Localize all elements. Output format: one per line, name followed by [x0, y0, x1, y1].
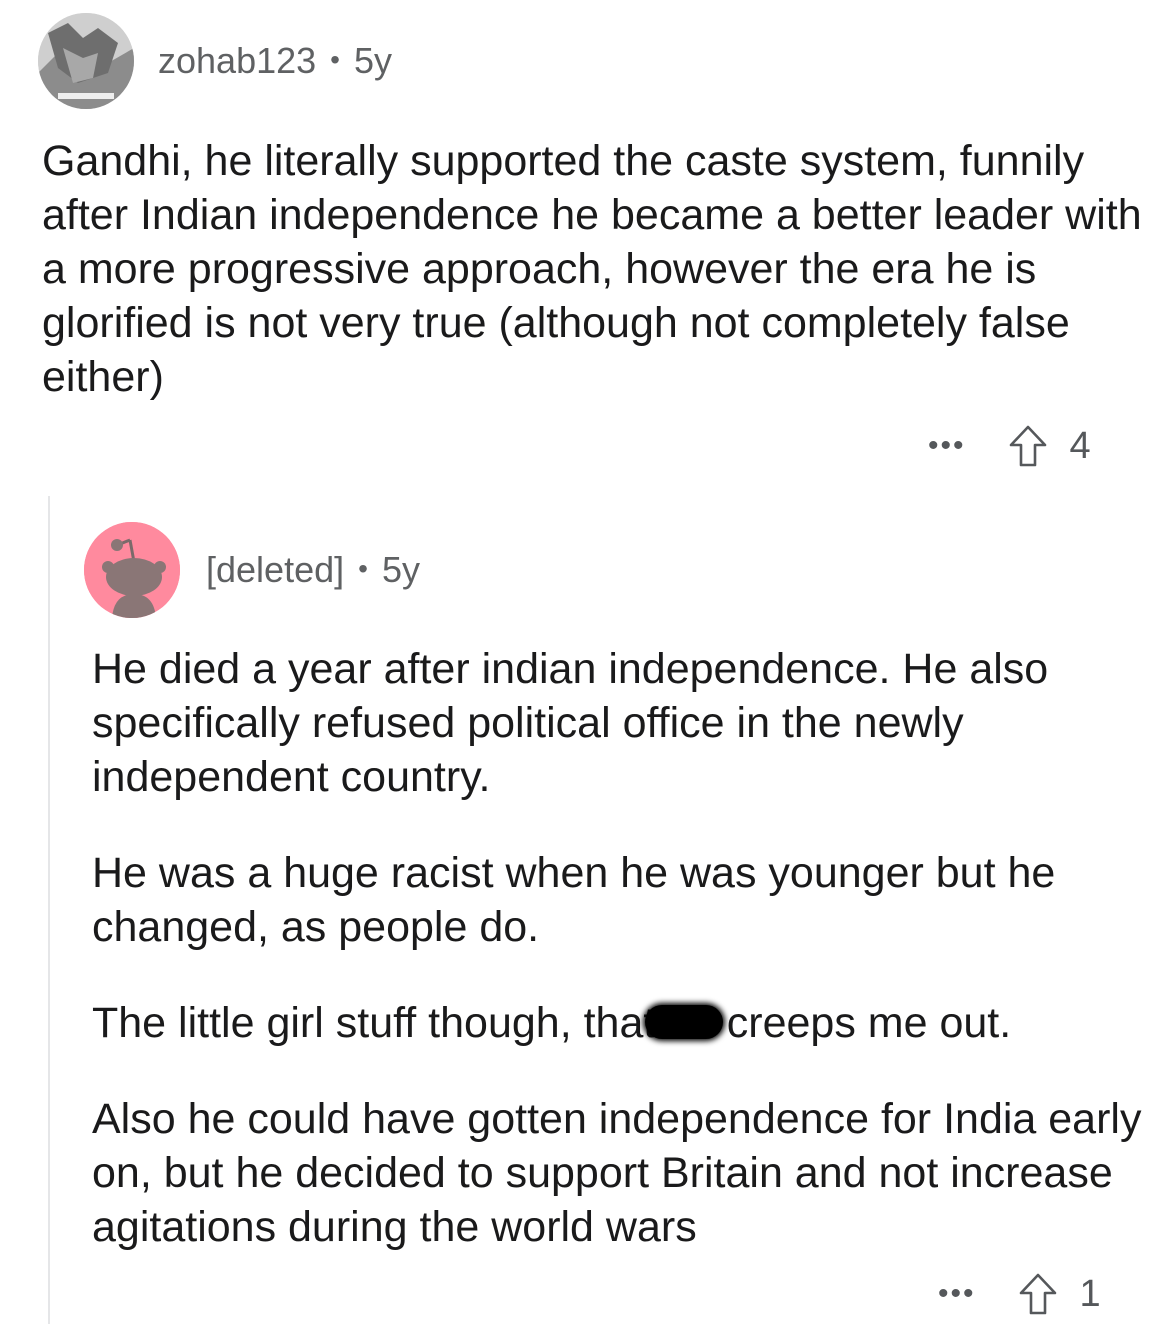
comment-paragraph: Also he could have gotten independence f…: [92, 1095, 1142, 1251]
redaction-mark: [644, 999, 727, 1047]
username: [deleted]: [206, 549, 345, 590]
upvote-arrow-icon[interactable]: [1018, 1272, 1058, 1316]
snoo-avatar-icon: [84, 522, 180, 618]
user-avatar[interactable]: [38, 13, 134, 109]
comment-age: 5y: [353, 40, 392, 81]
comment-body: He died a year after indian independence…: [92, 642, 1152, 1296]
comment-paragraph: He was a huge racist when he was younger…: [92, 849, 1056, 951]
redacted-line-after: creeps me out.: [726, 999, 1012, 1047]
comment-actions: ••• 1: [938, 1272, 1101, 1316]
comment-paragraph: He died a year after indian independence…: [92, 645, 1049, 801]
username[interactable]: zohab123: [158, 40, 316, 81]
comment-reply: [deleted] • 5y He died a year after indian…: [0, 500, 1170, 1324]
comment-meta: zohab123 • 5y: [158, 40, 392, 82]
more-options-icon[interactable]: •••: [938, 1279, 976, 1309]
vote-score: 4: [1069, 425, 1091, 467]
comment-age: 5y: [381, 549, 420, 590]
user-avatar[interactable]: [84, 522, 180, 618]
comment-body: Gandhi, he literally supported the caste…: [42, 137, 1142, 401]
comment-actions: ••• 4: [928, 424, 1091, 468]
vote-score: 1: [1079, 1273, 1101, 1315]
redacted-line-before: The little girl stuff though, that s: [92, 999, 689, 1047]
comment-top-level: zohab123 • 5y Gandhi, he literally support…: [0, 0, 1170, 480]
upvote-arrow-icon[interactable]: [1008, 424, 1048, 468]
comment-meta: [deleted] • 5y: [206, 549, 420, 591]
comment-paragraph-redacted: The little girl stuff though, that s cree…: [92, 996, 1152, 1050]
separator-dot: •: [358, 553, 368, 584]
more-options-icon[interactable]: •••: [928, 431, 966, 461]
separator-dot: •: [330, 44, 340, 75]
avatar-image-icon: [38, 13, 134, 109]
